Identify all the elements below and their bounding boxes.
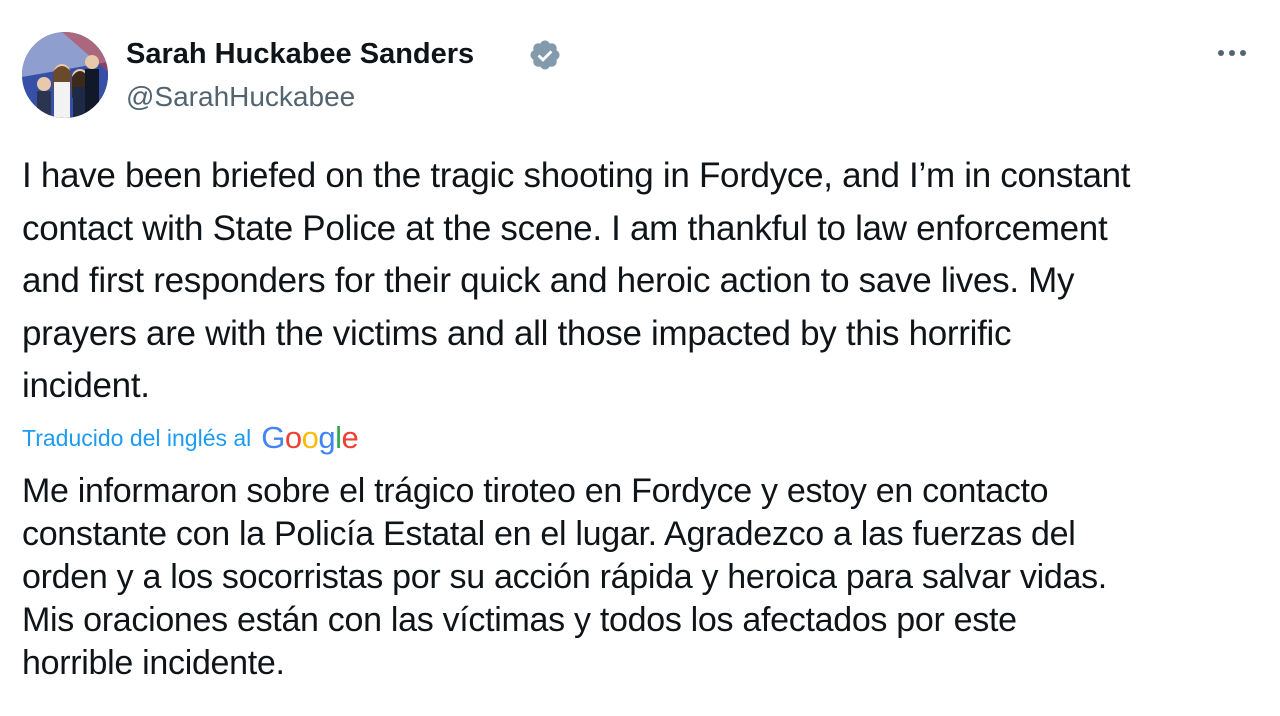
translated-text-line: orden y a los socorristas por su acción … <box>22 558 1107 596</box>
translated-label[interactable]: Traducido del inglés al <box>22 425 251 452</box>
tweet-text: I have been briefed on the tragic shooti… <box>22 150 1262 413</box>
more-options-button[interactable] <box>1210 36 1254 70</box>
tweet-text-line: incident. <box>22 366 150 405</box>
tweet-text-line: and first responders for their quick and… <box>22 261 1075 300</box>
google-logo: Google <box>261 420 359 455</box>
translated-text-line: Me informaron sobre el trágico tiroteo e… <box>22 472 1049 510</box>
verified-badge-icon <box>530 40 560 70</box>
more-options-icon <box>1240 50 1246 56</box>
more-options-icon <box>1229 50 1235 56</box>
tweet-text-line: contact with State Police at the scene. … <box>22 208 1108 248</box>
translated-text-line: constante con la Policía Estatal en el l… <box>22 515 1076 553</box>
translated-text: Me informaron sobre el trágico tiroteo e… <box>22 470 1262 685</box>
translated-text-line: Mis oraciones están con las víctimas y t… <box>22 601 1017 639</box>
author-handle[interactable]: @SarahHuckabee <box>126 80 355 114</box>
translated-text-line: horrible incidente. <box>22 644 285 682</box>
author-name[interactable]: Sarah Huckabee Sanders <box>126 36 474 72</box>
tweet-card: Sarah Huckabee Sanders @SarahHuckabee I … <box>0 0 1280 716</box>
more-options-icon <box>1218 50 1224 56</box>
tweet-text-line: I have been briefed on the tragic shooti… <box>22 156 1131 195</box>
avatar-photo <box>22 32 108 118</box>
author-avatar[interactable] <box>22 32 108 118</box>
translation-attribution[interactable]: Traducido del inglés al Google <box>22 418 359 458</box>
tweet-text-line: prayers are with the victims and all tho… <box>22 313 1012 353</box>
